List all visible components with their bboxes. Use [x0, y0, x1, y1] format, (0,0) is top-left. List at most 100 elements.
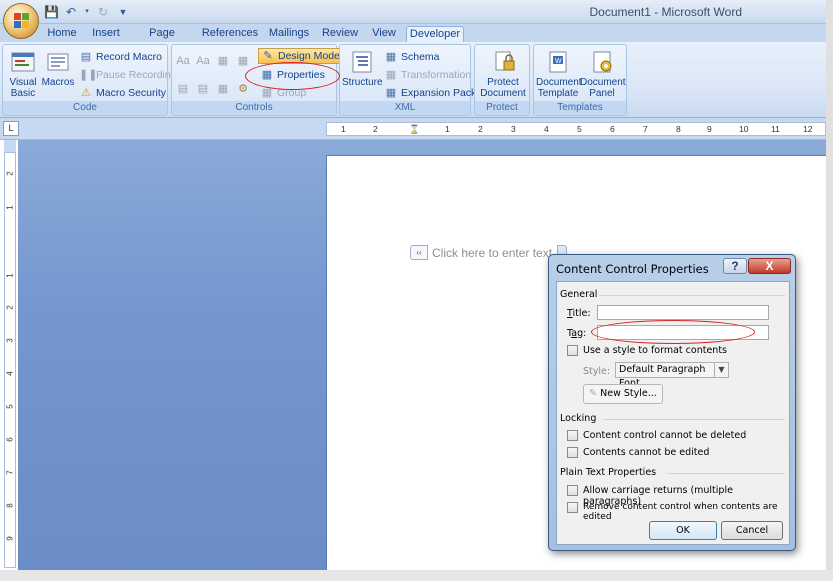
vruler-tick: 8 — [5, 503, 15, 508]
vruler-tick: 1 — [5, 273, 15, 278]
office-button[interactable] — [3, 3, 39, 39]
document-template-button[interactable]: W Document Template — [536, 49, 582, 99]
locking-separator — [603, 419, 785, 420]
ok-button[interactable]: OK — [649, 521, 717, 540]
group-templates-label: Templates — [534, 101, 626, 115]
vruler-tick: 9 — [5, 536, 15, 541]
group-controls: Aa Aa ▦ ▦ ▤ ▤ ▦ ⚙ ✎ Design Mode ▦ Proper… — [171, 44, 344, 116]
cannot-edit-checkbox[interactable] — [567, 447, 578, 458]
tab-home[interactable]: Home — [44, 26, 80, 42]
plain-text-section-header: Plain Text Properties — [560, 467, 657, 478]
cancel-button[interactable]: Cancel — [721, 521, 783, 540]
dialog-body: General Title: Tag: Use a style to forma… — [556, 281, 790, 545]
new-style-button[interactable]: ✎ New Style... — [583, 384, 663, 404]
lock-icon — [489, 49, 517, 75]
title-input[interactable] — [597, 305, 769, 320]
design-mode-button[interactable]: ✎ Design Mode — [258, 48, 344, 64]
content-control-handle-icon[interactable]: ‹‹ — [410, 245, 428, 260]
expansion-packs-button[interactable]: ▦ Expansion Packs — [384, 85, 482, 101]
chevron-down-icon[interactable]: ▼ — [714, 363, 728, 377]
schema-icon: ▦ — [385, 51, 397, 63]
schema-button[interactable]: ▦ Schema — [384, 49, 440, 65]
tab-insert[interactable]: Insert — [88, 26, 124, 42]
tab-review[interactable]: Review — [320, 26, 360, 42]
dropdown-list-icon[interactable]: ▤ — [196, 82, 210, 96]
horizontal-ruler[interactable]: 1 2 ⌛ 1 2 3 4 5 6 7 8 9 10 11 12 — [326, 122, 826, 136]
plain-text-separator — [667, 473, 785, 474]
record-macro-icon: ▤ — [80, 51, 92, 63]
tag-input[interactable] — [597, 325, 769, 340]
tab-page-layout[interactable]: Page Layout — [132, 26, 192, 53]
record-macro-button[interactable]: ▤ Record Macro — [79, 49, 162, 65]
document-template-label: Document Template — [536, 77, 582, 99]
vruler-tick: 2 — [5, 171, 15, 176]
use-style-checkbox[interactable] — [567, 345, 578, 356]
svg-text:W: W — [555, 58, 562, 65]
properties-button[interactable]: ▦ Properties — [260, 67, 325, 83]
style-dropdown[interactable]: Default Paragraph Font ▼ — [615, 362, 729, 389]
ribbon-tabs: Home Insert Page Layout References Maili… — [0, 24, 826, 53]
group-label: Group — [277, 87, 307, 99]
title-bar: 💾 ↶ ▾ ↻ ▼ Document1 - Microsoft Word — [0, 0, 826, 24]
dialog-title: Content Control Properties — [556, 262, 709, 276]
window-title: Document1 - Microsoft Word — [589, 5, 743, 19]
controls-row-2: ▤ ▤ ▦ ⚙ — [176, 81, 250, 97]
macro-security-button[interactable]: ⚠ Macro Security — [79, 85, 166, 101]
expansion-packs-label: Expansion Packs — [401, 87, 482, 99]
locking-section-header: Locking — [560, 413, 597, 424]
ruler-tick: 6 — [610, 124, 615, 134]
transformation-icon: ▦ — [385, 69, 397, 81]
group-code-label: Code — [3, 101, 167, 115]
content-control-placeholder[interactable]: Click here to enter text. — [428, 246, 555, 260]
allow-returns-checkbox[interactable] — [567, 485, 578, 496]
document-panel-button[interactable]: Document Panel — [580, 49, 626, 99]
remove-control-checkbox[interactable] — [567, 502, 578, 513]
close-button[interactable]: X — [748, 258, 791, 274]
tab-selector-button[interactable]: L — [3, 121, 19, 136]
controls-row-1: Aa Aa ▦ ▦ — [176, 53, 250, 69]
remove-control-label: Remove content control when contents are… — [583, 502, 778, 522]
ruler-tick: 11 — [771, 124, 780, 134]
transformation-button[interactable]: ▦ Transformation — [384, 67, 471, 83]
combo-box-icon[interactable]: ▤ — [176, 82, 190, 96]
building-block-icon[interactable]: ▦ — [236, 54, 250, 68]
ruler-tick: 5 — [577, 124, 582, 134]
macros-button[interactable]: Macros — [41, 49, 75, 88]
vruler-tick: 3 — [5, 338, 15, 343]
help-button[interactable]: ? — [723, 258, 747, 274]
content-control[interactable]: ‹‹ Click here to enter text. — [410, 244, 568, 261]
record-macro-label: Record Macro — [96, 51, 162, 63]
title-label: Title: — [567, 308, 591, 319]
structure-button[interactable]: Structure — [342, 49, 383, 88]
group-button[interactable]: ▦ Group — [260, 85, 306, 101]
vertical-ruler-top — [4, 140, 16, 152]
pause-recording-button[interactable]: ❚❚ Pause Recording — [79, 67, 177, 83]
schema-label: Schema — [401, 51, 440, 63]
tab-mailings[interactable]: Mailings — [266, 26, 312, 42]
tab-references[interactable]: References — [201, 26, 259, 42]
ruler-tick: 3 — [511, 124, 516, 134]
tab-view[interactable]: View — [368, 26, 400, 42]
structure-label: Structure — [342, 77, 383, 88]
date-picker-icon[interactable]: ▦ — [216, 82, 230, 96]
vruler-tick: 1 — [5, 205, 15, 210]
rich-text-control-icon[interactable]: Aa — [176, 54, 190, 68]
legacy-tools-icon[interactable]: ⚙ — [236, 82, 250, 96]
cannot-delete-checkbox[interactable] — [567, 430, 578, 441]
visual-basic-button[interactable]: Visual Basic — [7, 49, 39, 99]
cannot-delete-label: Content control cannot be deleted — [583, 430, 747, 441]
protect-document-button[interactable]: Protect Document — [477, 49, 529, 99]
indent-marker-icon[interactable]: ⌛ — [409, 124, 420, 135]
vertical-ruler[interactable]: 2 1 1 2 3 4 5 6 7 8 9 — [4, 152, 16, 568]
plain-text-control-icon[interactable]: Aa — [196, 54, 210, 68]
picture-control-icon[interactable]: ▦ — [216, 54, 230, 68]
tab-developer[interactable]: Developer — [406, 26, 464, 42]
style-label: Style: — [583, 366, 611, 377]
cannot-edit-label: Contents cannot be edited — [583, 447, 710, 458]
properties-label: Properties — [277, 69, 325, 81]
ruler-tick: 8 — [676, 124, 681, 134]
group-xml-label: XML — [340, 101, 470, 115]
protect-document-label: Protect Document — [480, 77, 526, 99]
ruler-tick: 12 — [803, 124, 813, 134]
ruler-tick: 2 — [478, 124, 483, 134]
